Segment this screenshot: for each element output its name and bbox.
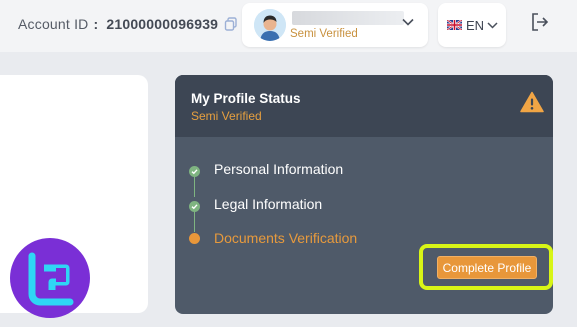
step-label: Legal Information	[214, 196, 323, 212]
check-icon	[189, 164, 200, 177]
language-selector[interactable]: EN	[438, 3, 506, 47]
user-name-redacted	[292, 11, 404, 25]
account-id: Account ID : 21000000096939	[18, 16, 238, 32]
logout-icon[interactable]	[530, 12, 550, 32]
brand-logo-icon	[10, 238, 90, 318]
chevron-down-icon[interactable]	[402, 18, 414, 26]
complete-profile-button[interactable]: Complete Profile	[437, 256, 537, 279]
user-menu[interactable]: Semi Verified	[242, 3, 428, 47]
step-label: Documents Verification	[214, 230, 358, 246]
account-id-value: 21000000096939	[106, 16, 219, 32]
pending-dot-icon	[189, 233, 200, 244]
avatar	[254, 9, 286, 41]
account-id-separator: :	[93, 16, 99, 32]
check-icon	[189, 199, 200, 212]
top-bar: Account ID : 21000000096939 Semi Verifie…	[0, 0, 577, 52]
user-verification-status: Semi Verified	[290, 28, 358, 40]
account-id-label: Account ID	[18, 16, 89, 32]
warning-icon	[520, 91, 544, 113]
language-label: EN	[466, 17, 485, 33]
step-label: Personal Information	[214, 161, 344, 177]
profile-status-title: My Profile Status	[191, 91, 301, 106]
copy-icon[interactable]	[224, 17, 238, 31]
chevron-down-icon	[487, 21, 498, 29]
step-personal-information: Personal Information	[189, 159, 489, 179]
uk-flag-icon	[447, 20, 462, 30]
profile-status-header: My Profile Status Semi Verified	[175, 75, 553, 137]
profile-status-subtitle: Semi Verified	[191, 109, 262, 123]
step-legal-information: Legal Information	[189, 194, 489, 214]
